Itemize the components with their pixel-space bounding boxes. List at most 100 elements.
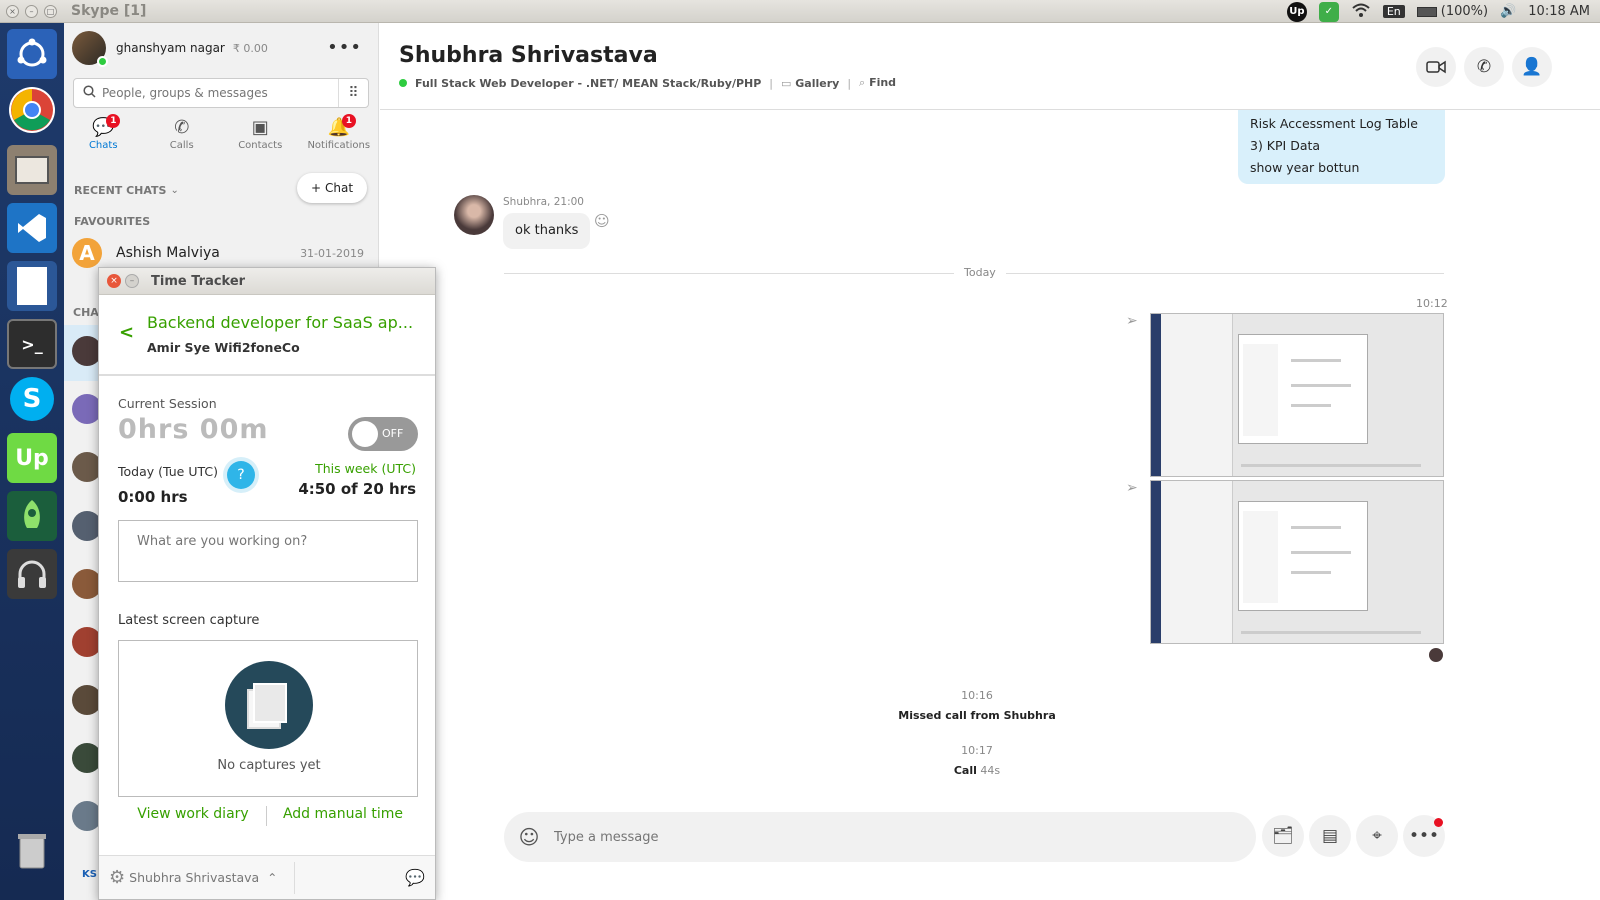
conversation-header: Shubhra Shrivastava Full Stack Web Devel… — [380, 23, 1600, 110]
avatar[interactable] — [72, 31, 108, 67]
time-tracker-title: Time Tracker — [151, 273, 246, 289]
audio-call-button[interactable]: ✆ — [1464, 47, 1504, 87]
clock[interactable]: 10:18 AM — [1528, 4, 1590, 19]
profile-balance: ₹ 0.00 — [232, 41, 268, 55]
work-description-input[interactable] — [118, 520, 418, 582]
event-timestamp: 10:16 — [961, 689, 993, 702]
chevron-up-icon[interactable]: ⌃ — [267, 871, 277, 885]
files-icon[interactable] — [7, 145, 57, 195]
send-location-button[interactable]: ⌖ — [1356, 815, 1398, 857]
send-file-button[interactable]: 🗂 — [1262, 815, 1304, 857]
tracking-toggle[interactable]: OFF — [348, 417, 418, 451]
ubuntu-dash-icon[interactable] — [7, 29, 57, 79]
add-manual-time-link[interactable]: Add manual time — [268, 806, 418, 822]
message-line: show year bottun — [1250, 160, 1360, 175]
add-people-button[interactable]: 👤 — [1512, 47, 1552, 87]
recent-chats-label: RECENT CHATS — [74, 183, 167, 197]
chats-section-label: CHA — [73, 306, 99, 319]
notifications-badge: 1 — [341, 114, 356, 128]
day-divider-label: Today — [954, 266, 1006, 279]
close-icon[interactable]: × — [107, 274, 121, 288]
client-name: Amir Sye Wifi2foneCo — [147, 340, 300, 355]
sent-icon: ➢ — [1126, 313, 1138, 329]
footer-user-name[interactable]: Shubhra Shrivastava — [129, 870, 259, 885]
skype-icon[interactable]: S — [10, 377, 54, 421]
job-title[interactable]: Backend developer for SaaS ap... — [147, 313, 413, 332]
messages-icon[interactable]: 💬 — [405, 868, 425, 887]
find-link[interactable]: ⌕ Find — [859, 76, 896, 90]
tab-chats[interactable]: 💬 1 Chats — [64, 114, 143, 161]
message-input[interactable] — [554, 829, 1256, 845]
tab-contacts[interactable]: ▣ Contacts — [221, 116, 300, 161]
help-icon[interactable]: ? — [227, 461, 255, 489]
video-call-button[interactable] — [1416, 47, 1456, 87]
call-event[interactable]: Call 44s — [380, 764, 1600, 777]
view-work-diary-link[interactable]: View work diary — [118, 806, 268, 822]
search-icon — [83, 85, 96, 101]
vscode-icon[interactable] — [7, 203, 57, 253]
list-item[interactable]: A Ashish Malviya 31-01-2019 — [64, 238, 378, 268]
search-input[interactable] — [96, 86, 338, 100]
phone-icon: ✆ — [174, 117, 190, 138]
tracker-links: View work diary Add manual time — [118, 806, 418, 822]
profile-name[interactable]: ghanshyam nagar — [116, 41, 225, 55]
profile-header[interactable]: ghanshyam nagar ₹ 0.00 ••• — [64, 23, 378, 73]
chevron-down-icon: ⌄ — [170, 184, 179, 196]
upwork-icon[interactable]: Up — [7, 433, 57, 483]
image-attachment[interactable] — [1150, 480, 1444, 644]
week-value: 4:50 of 20 hrs — [298, 480, 416, 498]
minimize-window-button[interactable]: – — [25, 4, 38, 18]
dialpad-icon[interactable]: ⠿ — [338, 79, 368, 107]
upwork-tray-icon[interactable]: Up — [1286, 1, 1307, 22]
online-status-dot — [97, 56, 108, 67]
more-options-icon[interactable]: ••• — [327, 37, 362, 58]
notification-dot — [1434, 818, 1443, 827]
writer-icon[interactable] — [7, 261, 57, 311]
battery-indicator[interactable]: (100%) — [1416, 4, 1489, 19]
volume-icon[interactable]: 🔊 — [1500, 4, 1516, 19]
system-tray: Up ✓ En (100%) 🔊 10:18 AM — [1286, 0, 1590, 23]
today-value: 0:00 hrs — [118, 488, 188, 506]
call-event-label: Call — [953, 764, 977, 777]
read-receipt-avatar — [1429, 648, 1443, 662]
minimize-icon[interactable]: – — [125, 274, 139, 288]
tab-notifications[interactable]: 🔔 1 Notifications — [300, 114, 379, 161]
time-tracker-titlebar[interactable]: × – Time Tracker — [99, 268, 435, 295]
rocket-icon[interactable] — [7, 491, 57, 541]
emoji-icon[interactable]: ☺ — [504, 825, 554, 849]
chrome-icon[interactable] — [9, 87, 55, 133]
gallery-link[interactable]: ▭ Gallery — [781, 77, 839, 90]
trash-icon[interactable] — [7, 825, 57, 875]
new-chat-button[interactable]: + Chat — [297, 173, 367, 203]
wifi-icon[interactable] — [1351, 2, 1371, 22]
missed-call-event[interactable]: Missed call from Shubhra — [380, 709, 1600, 722]
incoming-message-bubble[interactable]: ok thanks — [503, 213, 591, 249]
divider — [266, 806, 267, 826]
maximize-window-button[interactable]: □ — [44, 4, 57, 18]
check-tray-icon[interactable]: ✓ — [1318, 1, 1339, 22]
image-placeholder-icon — [225, 661, 313, 749]
add-reaction-icon[interactable]: ☺ — [594, 212, 610, 230]
image-attachment[interactable] — [1150, 313, 1444, 477]
message-timestamp: 10:12 — [1416, 297, 1448, 310]
battery-percent: (100%) — [1440, 4, 1489, 19]
close-window-button[interactable]: × — [6, 4, 19, 18]
toggle-knob — [352, 421, 378, 447]
online-status-dot — [399, 79, 407, 87]
terminal-icon[interactable]: >_ — [7, 319, 57, 369]
message-line: Risk Accessment Log Table — [1250, 116, 1418, 131]
nav-tabs: 💬 1 Chats ✆ Calls ▣ Contacts 🔔 1 Notific… — [64, 114, 379, 161]
headphones-icon[interactable] — [7, 549, 57, 599]
keyboard-layout-indicator[interactable]: En — [1382, 5, 1405, 18]
gallery-icon: ▭ — [781, 76, 792, 90]
gear-icon[interactable]: ⚙ — [109, 867, 125, 888]
today-label: Today (Tue UTC) — [118, 464, 218, 479]
tab-calls[interactable]: ✆ Calls — [143, 116, 222, 161]
conversation-title[interactable]: Shubhra Shrivastava — [399, 43, 658, 68]
tab-label: Notifications — [307, 140, 371, 151]
send-contact-button[interactable]: ▤ — [1309, 815, 1351, 857]
avatar[interactable] — [454, 195, 494, 235]
outgoing-message-bubble[interactable]: Risk Accessment Log Table 3) KPI Data sh… — [1238, 110, 1445, 184]
event-timestamp: 10:17 — [961, 744, 993, 757]
back-chevron-icon[interactable]: < — [119, 322, 134, 343]
